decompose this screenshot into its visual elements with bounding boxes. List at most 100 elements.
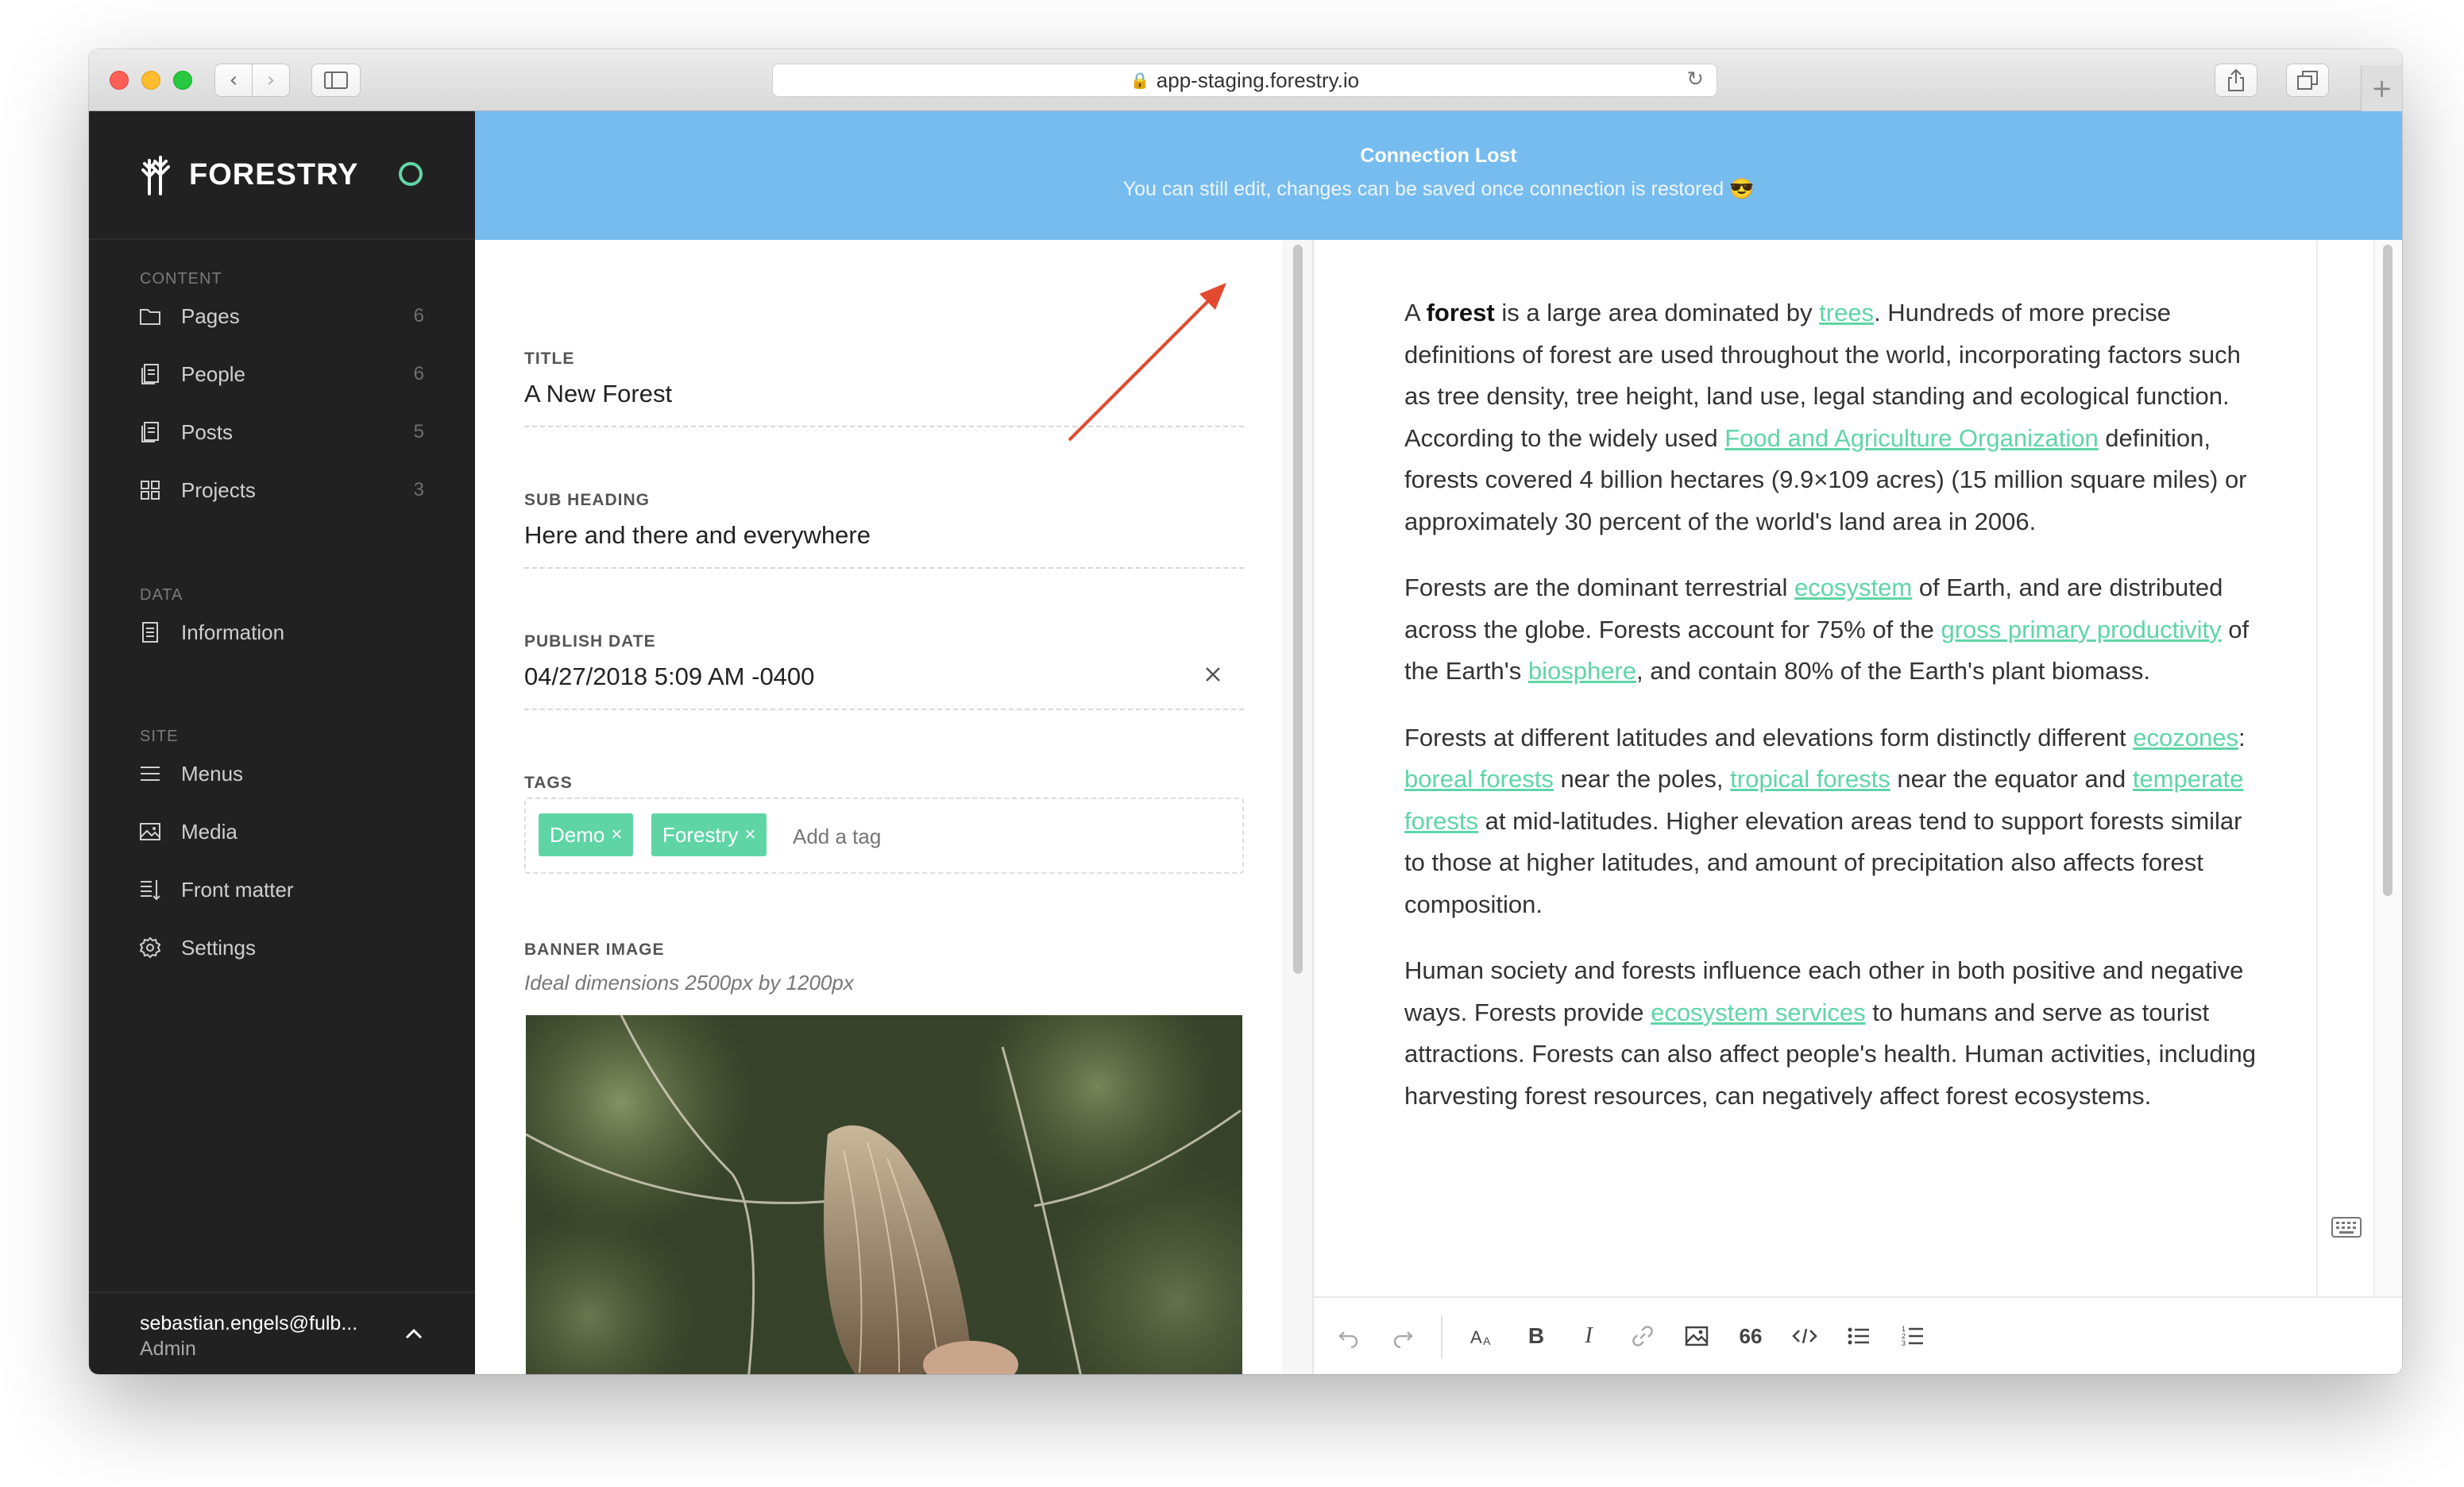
user-role: Admin	[140, 1338, 196, 1360]
sidebar-item-label: Projects	[181, 477, 256, 502]
front-matter-form: TITLE A New Forest SUB HEADING Here and …	[475, 240, 1282, 1374]
redo-icon	[1393, 1331, 1413, 1348]
paragraph: Human society and forests influence each…	[1404, 956, 2256, 1110]
share-button[interactable]	[2215, 64, 2257, 97]
folder-icon	[138, 304, 162, 328]
sidebar-item-posts[interactable]: Posts 5	[138, 413, 424, 451]
front-matter-icon	[138, 878, 162, 902]
minimize-window-button[interactable]	[141, 71, 160, 90]
link[interactable]: gross primary productivity	[1941, 616, 2221, 643]
link[interactable]: ecosystem	[1794, 574, 1912, 601]
remove-tag-icon[interactable]: ×	[611, 824, 622, 846]
sidebar-item-projects[interactable]: Projects 3	[138, 471, 424, 509]
new-tab-button[interactable]: +	[2361, 65, 2402, 111]
sidebar-item-label: Menus	[181, 761, 244, 786]
banner-image-label: BANNER IMAGE	[524, 940, 665, 959]
annotation-arrow-icon	[1068, 283, 1226, 442]
sidebar-item-information[interactable]: Information	[138, 613, 424, 651]
svg-text:A: A	[1483, 1334, 1491, 1347]
heading-button[interactable]: AA	[1468, 1322, 1497, 1350]
sidebar-toggle-button[interactable]	[311, 64, 361, 97]
link[interactable]: biosphere	[1528, 657, 1636, 685]
paragraph: A forest is a large area dominated by tr…	[1404, 299, 2247, 535]
sidebar: FORESTRY CONTENT Pages 6 People 6 Posts …	[89, 111, 475, 1374]
toolbar-divider	[1441, 1315, 1442, 1358]
redo-button[interactable]	[1388, 1322, 1417, 1350]
address-bar[interactable]: 🔒 app-staging.forestry.io ↻	[772, 64, 1717, 97]
gear-icon	[138, 936, 162, 960]
tag-chip[interactable]: Demo ×	[539, 813, 634, 856]
document-icon	[138, 620, 162, 644]
clear-date-icon[interactable]	[1203, 664, 1223, 685]
link[interactable]: ecosystem services	[1651, 998, 1865, 1026]
publish-date-label: PUBLISH DATE	[524, 632, 656, 651]
banner-image-preview[interactable]	[526, 1015, 1242, 1374]
sidebar-item-people[interactable]: People 6	[138, 355, 424, 393]
remove-tag-icon[interactable]: ×	[744, 824, 755, 846]
publish-date-field[interactable]: 04/27/2018 5:09 AM -0400	[524, 662, 1244, 710]
svg-text:A: A	[1470, 1327, 1482, 1347]
divider	[2316, 240, 2318, 1296]
reload-icon[interactable]: ↻	[1686, 68, 1704, 91]
bold-button[interactable]: B	[1522, 1322, 1551, 1350]
image-button[interactable]	[1682, 1322, 1711, 1350]
sidebar-item-pages[interactable]: Pages 6	[138, 297, 424, 335]
link[interactable]: trees	[1819, 299, 1874, 326]
subheading-field[interactable]: Here and there and everywhere	[524, 521, 1244, 569]
code-icon	[1792, 1328, 1817, 1344]
link[interactable]: boreal forests	[1404, 765, 1554, 793]
banner-message: You can still edit, changes can be saved…	[1122, 178, 1755, 200]
italic-button[interactable]: I	[1574, 1322, 1603, 1350]
url-text: app-staging.forestry.io	[1156, 68, 1360, 92]
form-scrollbar[interactable]	[1282, 240, 1314, 1374]
tags-label: TAGS	[524, 774, 573, 792]
divider	[89, 238, 475, 240]
quote-button[interactable]: 66	[1736, 1322, 1765, 1350]
content-editor[interactable]: A forest is a large area dominated by tr…	[1314, 240, 2402, 1374]
forward-button[interactable]: ›	[252, 64, 290, 97]
editor-scrollbar[interactable]	[2373, 240, 2402, 1296]
numbered-list-icon: 123	[1902, 1325, 1923, 1347]
chevron-up-icon[interactable]	[402, 1323, 426, 1346]
sidebar-item-settings[interactable]: Settings	[138, 929, 424, 967]
sidebar-item-front-matter[interactable]: Front matter	[138, 871, 424, 909]
link-button[interactable]	[1628, 1322, 1657, 1350]
numbered-list-button[interactable]: 123	[1898, 1322, 1927, 1350]
subheading-label: SUB HEADING	[524, 491, 651, 509]
sidebar-item-menus[interactable]: Menus	[138, 755, 424, 793]
item-count: 6	[413, 305, 424, 326]
back-button[interactable]: ‹	[214, 64, 253, 97]
browser-window: ‹ › 🔒 app-staging.forestry.io ↻ + FOREST…	[89, 49, 2402, 1374]
undo-button[interactable]	[1334, 1322, 1363, 1350]
show-tabs-button[interactable]	[2286, 64, 2329, 97]
zoom-window-button[interactable]	[173, 71, 192, 90]
keyboard-icon[interactable]	[2331, 1215, 2362, 1239]
sidebar-item-media[interactable]: Media	[138, 813, 424, 851]
grid-icon	[138, 478, 162, 502]
link[interactable]: Food and Agriculture Organization	[1724, 424, 2098, 452]
image-icon	[1685, 1326, 1709, 1346]
tag-label: Demo	[550, 822, 605, 847]
banner-image-hint: Ideal dimensions 2500px by 1200px	[524, 971, 854, 995]
link[interactable]: ecozones	[2133, 724, 2238, 751]
add-tag-input[interactable]	[793, 825, 1031, 849]
user-email: sebastian.engels@fulb...	[140, 1312, 358, 1334]
sidebar-item-label: Information	[181, 620, 285, 644]
editor-body[interactable]: A forest is a large area dominated by tr…	[1404, 292, 2259, 1141]
scrollbar-thumb[interactable]	[1293, 245, 1303, 974]
user-menu[interactable]: sebastian.engels@fulb... Admin	[140, 1311, 357, 1361]
forestry-logo-icon	[141, 156, 170, 195]
close-window-button[interactable]	[110, 71, 129, 90]
code-button[interactable]	[1790, 1322, 1819, 1350]
section-label-content: CONTENT	[140, 270, 222, 288]
tag-chip[interactable]: Forestry ×	[651, 813, 767, 856]
text-size-icon: AA	[1470, 1327, 1491, 1347]
banner-title: Connection Lost	[1360, 145, 1517, 167]
bulleted-list-button[interactable]	[1844, 1322, 1873, 1350]
paragraph: Forests are the dominant terrestrial eco…	[1404, 574, 2250, 685]
scrollbar-thumb[interactable]	[2383, 245, 2393, 896]
tags-field[interactable]: Demo × Forestry ×	[524, 798, 1244, 874]
brand-logo[interactable]: FORESTRY	[138, 153, 359, 197]
link[interactable]: tropical forests	[1730, 765, 1890, 793]
browser-toolbar: ‹ › 🔒 app-staging.forestry.io ↻ +	[89, 49, 2402, 111]
